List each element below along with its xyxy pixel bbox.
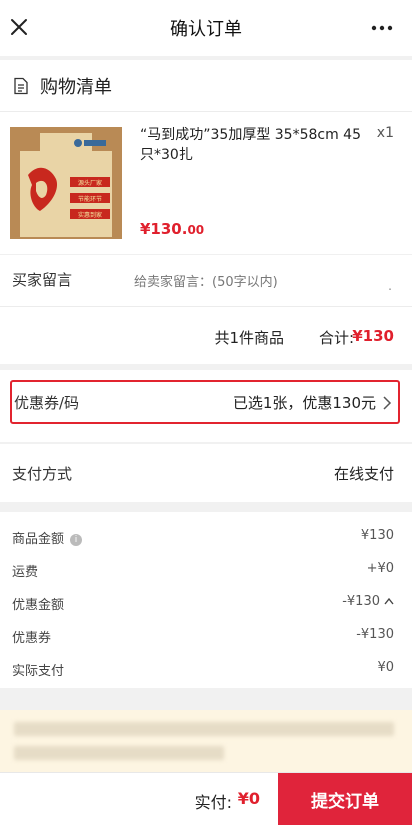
detail-value: -¥130 (342, 594, 394, 609)
product-quantity: x1 (376, 125, 394, 141)
info-icon[interactable]: i (70, 534, 83, 546)
thumbnail-text-1: 源头厂家 (78, 179, 102, 187)
more-icon[interactable] (370, 16, 394, 40)
detail-key: 实际支付 (12, 664, 65, 679)
detail-key: 运费 (12, 565, 39, 580)
thumbnail-text-2: 节能环节 (78, 195, 102, 203)
bottom-bar: 实付: ¥0 提交订单 (0, 772, 412, 825)
chevron-right-icon (383, 396, 392, 410)
detail-key: 商品金额 i (12, 528, 83, 547)
shopping-list-header: 购物清单 (0, 60, 412, 112)
coupon-section: 优惠券/码 已选1张，优惠130元 (0, 370, 412, 442)
coupon-label: 优惠券/码 (14, 394, 80, 412)
document-icon (14, 77, 28, 94)
blurred-text (14, 746, 224, 760)
detail-value: ¥130 (360, 528, 394, 543)
page-title: 确认订单 (170, 19, 242, 40)
buyer-message-input[interactable]: 给卖家留言：(50字以内) (134, 271, 278, 290)
detail-row-coupon: 优惠券 -¥130 (12, 627, 394, 649)
price-decimal: 00 (187, 223, 205, 237)
message-dot: . (388, 279, 392, 293)
detail-value: +¥0 (366, 561, 394, 576)
detail-row-discount[interactable]: 优惠金额 -¥130 (12, 594, 394, 616)
submit-order-button[interactable]: 提交订单 (278, 773, 412, 825)
payment-method-label: 支付方式 (12, 465, 73, 483)
product-name: “马到成功”35加厚型 35*58cm 45只*30扎 (140, 127, 361, 163)
close-icon[interactable] (6, 14, 32, 40)
coupon-value: 已选1张，优惠130元 (232, 394, 376, 412)
buyer-message-row: 买家留言 给卖家留言：(50字以内) . (0, 254, 412, 306)
thumbnail-text-3: 实惠到家 (78, 211, 102, 219)
detail-row-actual: 实际支付 ¥0 (12, 660, 394, 682)
paid-value: ¥0 (237, 789, 260, 808)
price-main: ¥130. (140, 220, 188, 238)
detail-row-shipping: 运费 +¥0 (12, 561, 394, 583)
product-price: ¥130.00 (140, 220, 204, 238)
price-details: 商品金额 i ¥130 运费 +¥0 优惠金额 -¥130 优惠券 -¥130 实… (0, 512, 412, 688)
detail-value: -¥130 (356, 627, 394, 642)
detail-key: 优惠券 (12, 631, 52, 646)
shopping-list-label: 购物清单 (40, 76, 112, 98)
detail-value: ¥0 (377, 660, 394, 675)
total-value: ¥130 (352, 327, 394, 345)
detail-row-goods: 商品金额 i ¥130 (12, 528, 394, 550)
item-count: 共1件商品 (214, 329, 284, 347)
product-item[interactable]: 源头厂家 节能环节 实惠到家 “马到成功”35加厚型 35*58cm 45只*3… (0, 112, 412, 254)
detail-key: 优惠金额 (12, 598, 65, 613)
payment-method-value: 在线支付 (333, 465, 394, 483)
buyer-message-label: 买家留言 (12, 271, 73, 289)
payment-method-row[interactable]: 支付方式 在线支付 (0, 444, 412, 502)
paid-label: 实付: (194, 793, 232, 812)
coupon-selector[interactable]: 优惠券/码 已选1张，优惠130元 (10, 380, 400, 424)
top-bar: 确认订单 (0, 0, 412, 56)
order-summary: 共1件商品 合计: ¥130 (0, 306, 412, 364)
product-thumbnail: 源头厂家 节能环节 实惠到家 (10, 127, 122, 239)
blurred-text (14, 722, 394, 736)
detail-value-text: -¥130 (342, 594, 380, 609)
chevron-up-icon[interactable] (384, 597, 394, 605)
detail-key-text: 商品金额 (12, 532, 65, 547)
total-label: 合计: (318, 329, 354, 347)
notice-banner (0, 710, 412, 772)
